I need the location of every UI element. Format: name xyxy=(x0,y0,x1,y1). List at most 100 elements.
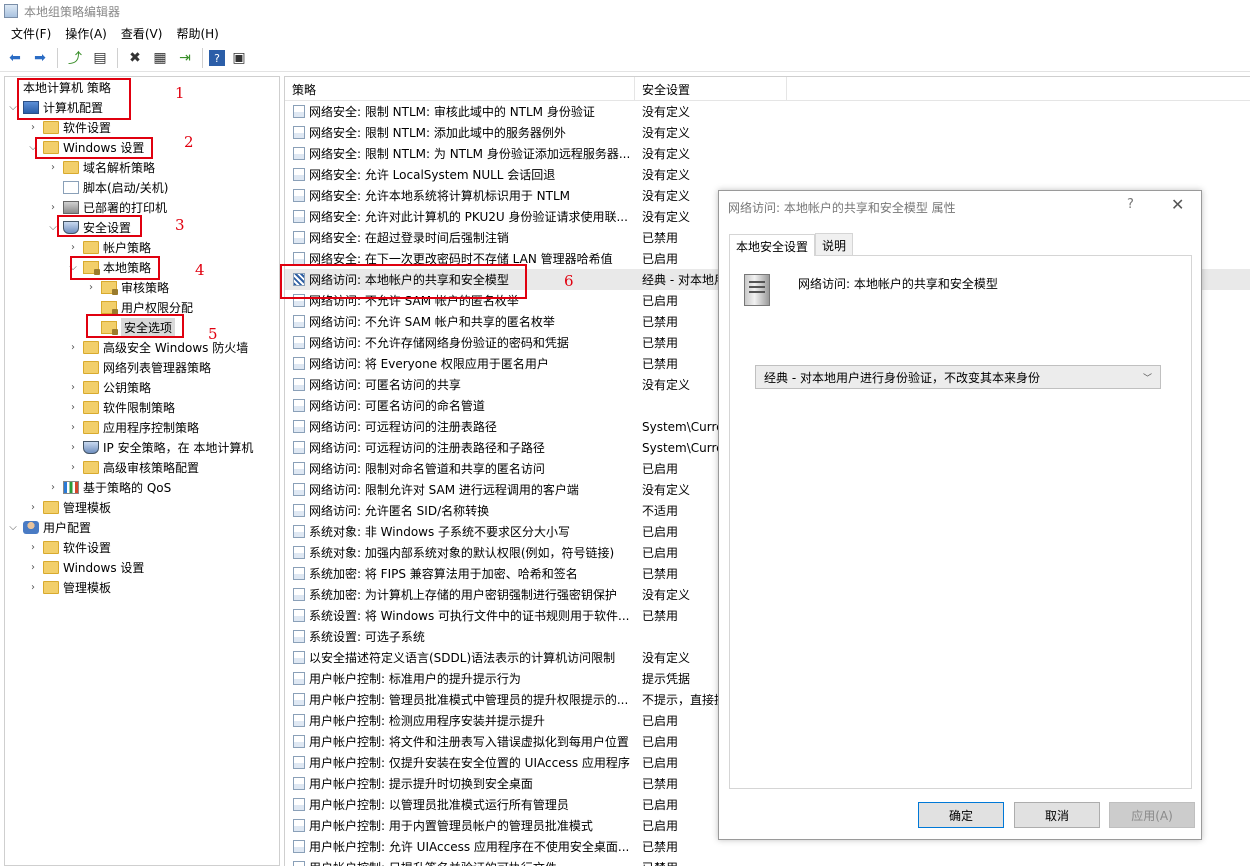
policy-icon xyxy=(293,630,305,643)
chevron-right-icon[interactable]: › xyxy=(27,122,39,133)
tree-pane[interactable]: 本地计算机 策略 ⌵ 计算机配置 › 软件设置 ⌵ Windows 设置 › 域… xyxy=(4,76,280,866)
tree-item-qos[interactable]: › 基于策略的 QoS xyxy=(47,477,171,497)
tree-item-security-options[interactable]: 安全选项 xyxy=(85,317,176,337)
tree-item-computer-config[interactable]: ⌵ 计算机配置 xyxy=(7,97,103,117)
tree-item-public-key[interactable]: › 公钥策略 xyxy=(67,377,151,397)
tree-item-user-config[interactable]: ⌵ 用户配置 xyxy=(7,517,91,537)
tree-item-dns-policy[interactable]: › 域名解析策略 xyxy=(47,157,155,177)
folder-icon xyxy=(83,380,99,394)
tree-label: 高级安全 Windows 防火墙 xyxy=(103,340,249,355)
policy-icon xyxy=(293,777,305,790)
tree-item-user-windows-settings[interactable]: › Windows 设置 xyxy=(27,557,144,577)
tree-item-account-policy[interactable]: › 帐户策略 xyxy=(67,237,151,257)
chart-icon xyxy=(63,480,79,494)
chevron-down-icon[interactable]: ⌵ xyxy=(27,142,39,153)
table-row[interactable]: 网络安全: 限制 NTLM: 添加此域中的服务器例外 没有定义 xyxy=(285,122,1250,143)
cancel-button[interactable]: 取消 xyxy=(1014,802,1100,828)
menu-file[interactable]: 文件(F) xyxy=(4,23,58,44)
policy-icon xyxy=(293,567,305,580)
menu-action[interactable]: 操作(A) xyxy=(58,23,114,44)
chevron-down-icon[interactable]: ⌵ xyxy=(7,102,19,113)
folder-icon xyxy=(83,360,99,374)
policy-name-cell: 用户帐户控制: 允许 UIAccess 应用程序在不使用安全桌面... xyxy=(309,840,630,854)
policy-icon xyxy=(293,420,305,433)
help-icon[interactable]: ? xyxy=(209,50,225,66)
tab-explain[interactable]: 说明 xyxy=(815,233,854,255)
chevron-right-icon[interactable]: › xyxy=(47,202,59,213)
tree-item-advanced-audit[interactable]: › 高级审核策略配置 xyxy=(67,457,199,477)
chevron-right-icon[interactable]: › xyxy=(85,282,97,293)
policy-icon xyxy=(293,147,305,160)
console-icon[interactable]: ▣ xyxy=(228,47,250,69)
apply-button[interactable]: 应用(A) xyxy=(1109,802,1195,828)
chevron-right-icon[interactable]: › xyxy=(67,242,79,253)
chevron-right-icon[interactable]: › xyxy=(67,402,79,413)
tree-item-windows-settings[interactable]: ⌵ Windows 设置 xyxy=(27,137,144,157)
column-header-setting[interactable]: 安全设置 xyxy=(635,77,787,101)
tree-item-root[interactable]: 本地计算机 策略 xyxy=(23,77,111,97)
sharing-model-select[interactable]: 经典 - 对本地用户进行身份验证，不改变其本来身份 ﹀ xyxy=(755,365,1161,389)
tree-item-firewall[interactable]: › 高级安全 Windows 防火墙 xyxy=(67,337,248,357)
tree-item-admin-templates[interactable]: › 管理模板 xyxy=(27,497,111,517)
chevron-right-icon[interactable]: › xyxy=(27,562,39,573)
chevron-right-icon[interactable]: › xyxy=(47,482,59,493)
policy-name-cell: 网络访问: 可远程访问的注册表路径和子路径 xyxy=(309,441,545,455)
help-icon[interactable]: ? xyxy=(1127,197,1134,212)
up-folder-icon[interactable]: ⤴ xyxy=(64,47,86,69)
tree-item-user-software-settings[interactable]: › 软件设置 xyxy=(27,537,111,557)
chevron-right-icon[interactable]: › xyxy=(67,462,79,473)
policy-icon xyxy=(293,441,305,454)
tab-local-security-setting[interactable]: 本地安全设置 xyxy=(729,234,816,256)
close-icon[interactable]: ✕ xyxy=(1171,195,1184,214)
tree-label: 安全选项 xyxy=(121,317,176,337)
annotation-number: 1 xyxy=(175,84,185,102)
column-header-policy[interactable]: 策略 xyxy=(285,77,635,101)
chevron-right-icon[interactable]: › xyxy=(67,382,79,393)
policy-name-cell: 系统加密: 将 FIPS 兼容算法用于加密、哈希和签名 xyxy=(309,567,578,581)
policy-name-cell: 网络安全: 限制 NTLM: 添加此域中的服务器例外 xyxy=(309,126,566,140)
menu-help[interactable]: 帮助(H) xyxy=(169,23,225,44)
chevron-right-icon[interactable]: › xyxy=(47,162,59,173)
policy-icon xyxy=(293,357,305,370)
chevron-down-icon[interactable]: ⌵ xyxy=(47,222,59,233)
tree-item-printers[interactable]: › 已部署的打印机 xyxy=(47,197,167,217)
tree-item-user-rights[interactable]: 用户权限分配 xyxy=(85,297,193,317)
tree-item-network-list[interactable]: 网络列表管理器策略 xyxy=(67,357,211,377)
tree-item-user-admin-templates[interactable]: › 管理模板 xyxy=(27,577,111,597)
chevron-down-icon[interactable]: ⌵ xyxy=(67,262,79,273)
back-arrow-icon[interactable]: ⬅ xyxy=(4,47,26,69)
tree-item-audit-policy[interactable]: › 审核策略 xyxy=(85,277,169,297)
table-row[interactable]: 网络安全: 限制 NTLM: 为 NTLM 身份验证添加远程服务器... 没有定义 xyxy=(285,143,1250,164)
computer-icon xyxy=(23,100,39,114)
tree-item-local-policy[interactable]: ⌵ 本地策略 xyxy=(67,257,151,277)
properties-icon[interactable]: ▦ xyxy=(149,47,171,69)
chevron-right-icon[interactable]: › xyxy=(67,422,79,433)
tree-label: Windows 设置 xyxy=(63,560,145,575)
export-icon[interactable]: ⇥ xyxy=(174,47,196,69)
delete-icon[interactable]: ✖ xyxy=(124,47,146,69)
policy-name-cell: 用户帐户控制: 将文件和注册表写入错误虚拟化到每用户位置 xyxy=(309,735,629,749)
forward-arrow-icon[interactable]: ➡ xyxy=(29,47,51,69)
tree-item-software-restriction[interactable]: › 软件限制策略 xyxy=(67,397,175,417)
tree-item-scripts[interactable]: 脚本(启动/关机) xyxy=(47,177,168,197)
table-row[interactable]: 网络安全: 限制 NTLM: 审核此域中的 NTLM 身份验证 没有定义 xyxy=(285,101,1250,122)
policy-name-cell: 用户帐户控制: 标准用户的提升提示行为 xyxy=(309,672,521,686)
ok-button[interactable]: 确定 xyxy=(918,802,1004,828)
chevron-right-icon[interactable]: › xyxy=(27,502,39,513)
chevron-right-icon[interactable]: › xyxy=(67,442,79,453)
tree-label: 用户配置 xyxy=(43,520,92,535)
tree-item-app-control[interactable]: › 应用程序控制策略 xyxy=(67,417,199,437)
tree-item-ip-security[interactable]: › IP 安全策略，在 本地计算机 xyxy=(67,437,253,457)
chevron-down-icon[interactable]: ⌵ xyxy=(7,522,19,533)
menu-view[interactable]: 查看(V) xyxy=(114,23,170,44)
table-row[interactable]: 网络安全: 允许 LocalSystem NULL 会话回退 没有定义 xyxy=(285,164,1250,185)
chevron-right-icon[interactable]: › xyxy=(27,542,39,553)
tree-item-software-settings[interactable]: › 软件设置 xyxy=(27,117,111,137)
tree-item-security-settings[interactable]: ⌵ 安全设置 xyxy=(47,217,131,237)
show-tree-icon[interactable]: ▤ xyxy=(89,47,111,69)
folder-icon xyxy=(43,500,59,514)
chevron-down-icon[interactable]: ﹀ xyxy=(1143,371,1152,384)
chevron-right-icon[interactable]: › xyxy=(27,582,39,593)
chevron-right-icon[interactable]: › xyxy=(67,342,79,353)
table-row[interactable]: 用户帐户控制: 只提升签名并验证的可执行文件已禁用 xyxy=(285,857,1250,866)
